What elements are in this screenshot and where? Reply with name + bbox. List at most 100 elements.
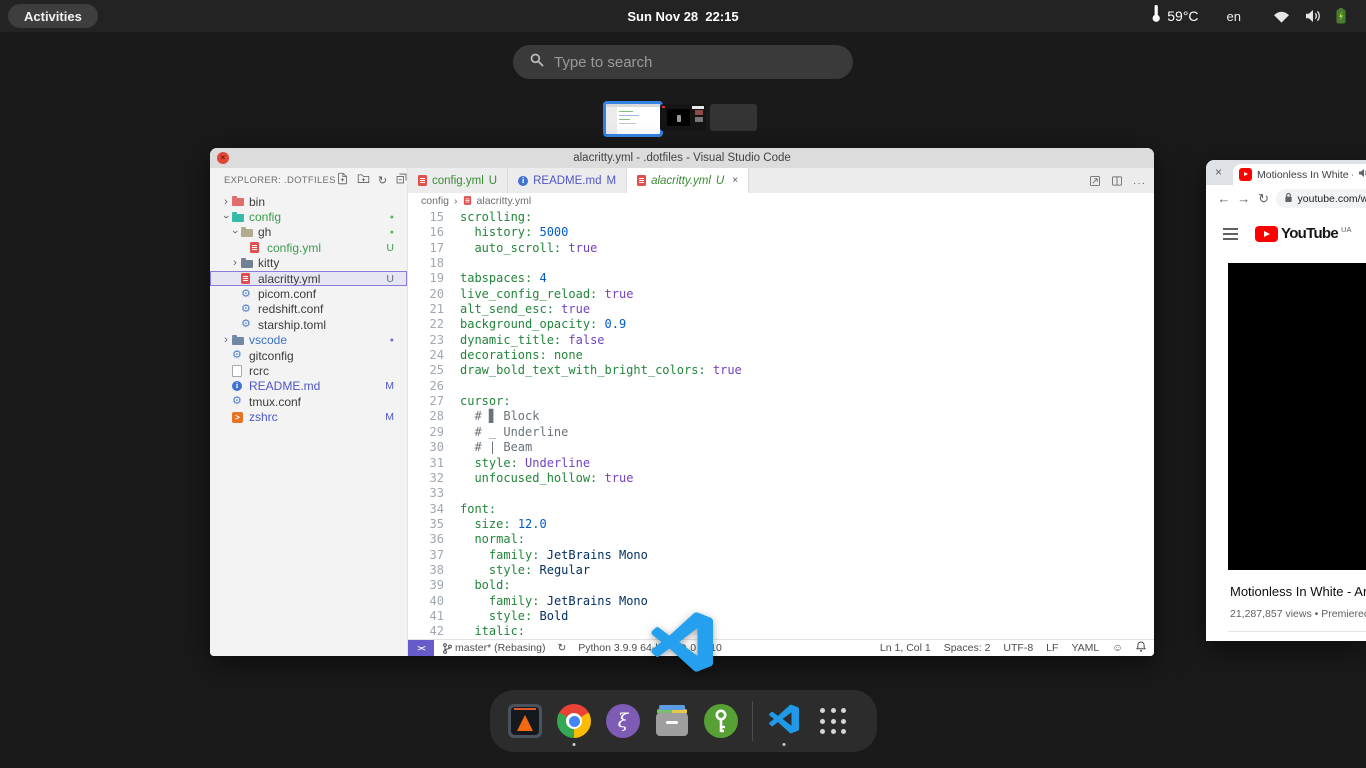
explorer-item-rcrc[interactable]: rcrc bbox=[210, 363, 407, 378]
vscode-titlebar[interactable]: alacritty.yml - .dotfiles - Visual Studi… bbox=[210, 148, 1154, 168]
code-line-25[interactable]: 25draw_bold_text_with_bright_colors: tru… bbox=[408, 363, 1154, 378]
eol-item[interactable]: LF bbox=[1046, 642, 1058, 654]
dock-item-keepassxc[interactable] bbox=[703, 703, 739, 739]
tab-readme-md[interactable]: i README.md M bbox=[508, 168, 627, 193]
code-line-23[interactable]: 23dynamic_title: false bbox=[408, 333, 1154, 348]
twisty-right-icon[interactable] bbox=[220, 196, 232, 208]
code-line-15[interactable]: 15scrolling: bbox=[408, 210, 1154, 225]
code-line-16[interactable]: 16 history: 5000 bbox=[408, 225, 1154, 240]
tab-config-yml[interactable]: config.yml U bbox=[408, 168, 508, 193]
dock-item-file-manager[interactable] bbox=[654, 703, 690, 739]
code-line-17[interactable]: 17 auto_scroll: true bbox=[408, 241, 1154, 256]
code-line-29[interactable]: 29 # _ Underline bbox=[408, 425, 1154, 440]
code-line-34[interactable]: 34font: bbox=[408, 502, 1154, 517]
code-line-41[interactable]: 41 style: Bold bbox=[408, 609, 1154, 624]
file-tree[interactable]: binconfig●gh●config.ymlUkittyalacritty.y… bbox=[210, 194, 407, 425]
workspace-thumbnail-1-active[interactable] bbox=[603, 101, 663, 137]
explorer-item-bin[interactable]: bin bbox=[210, 194, 407, 209]
twisty-down-icon[interactable] bbox=[220, 211, 232, 223]
status-bar[interactable]: >< master* (Rebasing) Python 3.9.9 64-bi… bbox=[408, 639, 1154, 656]
code-line-20[interactable]: 20live_config_reload: true bbox=[408, 287, 1154, 302]
address-bar[interactable]: youtube.com/wa bbox=[1276, 189, 1366, 208]
code-line-24[interactable]: 24decorations: none bbox=[408, 348, 1154, 363]
twisty-right-icon[interactable] bbox=[229, 257, 241, 269]
code-line-26[interactable]: 26 bbox=[408, 379, 1154, 394]
twisty-down-icon[interactable] bbox=[229, 226, 241, 238]
explorer-item-alacritty.yml[interactable]: alacritty.ymlU bbox=[210, 271, 407, 286]
code-line-30[interactable]: 30 # | Beam bbox=[408, 440, 1154, 455]
window-close-button[interactable] bbox=[217, 152, 229, 164]
code-line-38[interactable]: 38 style: Regular bbox=[408, 563, 1154, 578]
code-line-32[interactable]: 32 unfocused_hollow: true bbox=[408, 471, 1154, 486]
explorer-item-config[interactable]: config● bbox=[210, 209, 407, 224]
collapse-folders-icon[interactable] bbox=[395, 172, 408, 188]
code-line-27[interactable]: 27cursor: bbox=[408, 394, 1154, 409]
editor-tabs[interactable]: config.yml U i README.md M alacritty.yml… bbox=[408, 168, 1154, 193]
code-line-39[interactable]: 39 bold: bbox=[408, 578, 1154, 593]
tab-audio-icon[interactable] bbox=[1358, 168, 1366, 181]
encoding-item[interactable]: UTF-8 bbox=[1003, 642, 1033, 654]
dock-item-alacritty[interactable] bbox=[507, 703, 543, 739]
search-input[interactable]: Type to search bbox=[513, 45, 853, 79]
dock-item-emacs[interactable]: ξ bbox=[605, 703, 641, 739]
code-line-33[interactable]: 33 bbox=[408, 486, 1154, 501]
explorer-item-kitty[interactable]: kitty bbox=[210, 256, 407, 271]
indentation-item[interactable]: Spaces: 2 bbox=[944, 642, 991, 654]
sync-icon[interactable] bbox=[557, 642, 566, 654]
chrome-window[interactable]: Motionless In White - A youtube.com/wa Y… bbox=[1206, 160, 1366, 641]
notifications-bell-icon[interactable] bbox=[1136, 641, 1146, 655]
explorer-item-gh[interactable]: gh● bbox=[210, 225, 407, 240]
keyboard-layout-indicator[interactable]: en bbox=[1227, 9, 1241, 24]
breadcrumb[interactable]: config alacritty.yml bbox=[408, 193, 1154, 208]
explorer-item-config.yml[interactable]: config.ymlU bbox=[210, 240, 407, 255]
close-tab-icon[interactable] bbox=[1215, 165, 1222, 179]
editor-group[interactable]: config.yml U i README.md M alacritty.yml… bbox=[408, 168, 1154, 656]
forward-icon[interactable] bbox=[1234, 191, 1254, 206]
new-folder-icon[interactable] bbox=[357, 172, 370, 188]
code-line-31[interactable]: 31 style: Underline bbox=[408, 456, 1154, 471]
new-file-icon[interactable] bbox=[336, 172, 349, 188]
reload-icon[interactable] bbox=[1254, 191, 1274, 207]
explorer-item-starship.toml[interactable]: starship.toml bbox=[210, 317, 407, 332]
video-player[interactable] bbox=[1228, 263, 1366, 570]
tab-alacritty-yml-active[interactable]: alacritty.yml U bbox=[627, 168, 749, 193]
explorer-sidebar[interactable]: EXPLORER: .DOTFILES binconfig●gh●config.… bbox=[210, 168, 408, 656]
dash-dock[interactable]: ξ bbox=[490, 690, 877, 752]
code-line-19[interactable]: 19tabspaces: 4 bbox=[408, 271, 1154, 286]
dock-item-app-grid[interactable] bbox=[815, 703, 851, 739]
close-tab-icon[interactable] bbox=[732, 175, 738, 186]
split-editor-icon[interactable] bbox=[1111, 174, 1123, 192]
twisty-right-icon[interactable] bbox=[220, 334, 232, 346]
explorer-item-tmux.conf[interactable]: tmux.conf bbox=[210, 394, 407, 409]
chrome-active-tab[interactable]: Motionless In White - A bbox=[1233, 164, 1366, 185]
dock-item-vscode[interactable] bbox=[766, 703, 802, 739]
vscode-window[interactable]: alacritty.yml - .dotfiles - Visual Studi… bbox=[210, 148, 1154, 656]
code-line-37[interactable]: 37 family: JetBrains Mono bbox=[408, 548, 1154, 563]
chrome-tab-strip[interactable]: Motionless In White - A bbox=[1206, 160, 1366, 185]
workspace-thumbnail-3-empty[interactable] bbox=[710, 104, 757, 131]
youtube-logo[interactable]: YouTube UA bbox=[1255, 225, 1351, 242]
chrome-toolbar[interactable]: youtube.com/wa bbox=[1206, 185, 1366, 212]
code-line-18[interactable]: 18 bbox=[408, 256, 1154, 271]
feedback-icon[interactable] bbox=[1112, 642, 1123, 654]
refresh-explorer-icon[interactable] bbox=[378, 174, 387, 187]
hamburger-menu-icon[interactable] bbox=[1223, 228, 1238, 240]
code-line-21[interactable]: 21alt_send_esc: true bbox=[408, 302, 1154, 317]
open-changes-icon[interactable] bbox=[1089, 174, 1101, 192]
code-line-36[interactable]: 36 normal: bbox=[408, 532, 1154, 547]
git-branch-item[interactable]: master* (Rebasing) bbox=[443, 642, 545, 654]
breadcrumb-folder[interactable]: config bbox=[421, 195, 449, 207]
breadcrumb-file[interactable]: alacritty.yml bbox=[477, 195, 532, 207]
language-mode-item[interactable]: YAML bbox=[1071, 642, 1099, 654]
code-line-40[interactable]: 40 family: JetBrains Mono bbox=[408, 594, 1154, 609]
code-line-35[interactable]: 35 size: 12.0 bbox=[408, 517, 1154, 532]
explorer-item-vscode[interactable]: vscode● bbox=[210, 333, 407, 348]
explorer-item-README.md[interactable]: iREADME.mdM bbox=[210, 379, 407, 394]
remote-indicator[interactable]: >< bbox=[408, 640, 434, 656]
code-line-42[interactable]: 42 italic: bbox=[408, 624, 1154, 639]
explorer-item-zshrc[interactable]: >zshrcM bbox=[210, 409, 407, 424]
explorer-item-redshift.conf[interactable]: redshift.conf bbox=[210, 302, 407, 317]
dock-item-chrome[interactable] bbox=[556, 703, 592, 739]
workspace-thumbnail-2[interactable] bbox=[660, 104, 706, 131]
code-editor[interactable]: 15scrolling:16 history: 500017 auto_scro… bbox=[408, 208, 1154, 639]
